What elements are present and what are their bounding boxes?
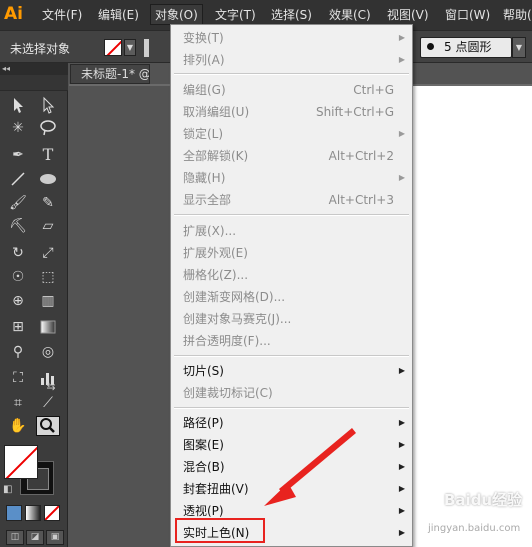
- color-mode-icon[interactable]: [6, 505, 22, 521]
- zoom-tool-icon[interactable]: [36, 416, 60, 436]
- menu-item-flatten-transparency[interactable]: 拼合透明度(F)...: [172, 330, 411, 352]
- menu-item-transform[interactable]: 变换(T) ▶: [172, 27, 411, 49]
- menu-item-ungroup[interactable]: 取消编组(U) Shift+Ctrl+G: [172, 101, 411, 123]
- none-mode-icon[interactable]: [44, 505, 60, 521]
- fill-dropdown-icon[interactable]: ▼: [124, 39, 136, 56]
- submenu-arrow-icon: ▶: [398, 55, 405, 64]
- object-menu-dropdown: 变换(T) ▶ 排列(A) ▶ 编组(G) Ctrl+G 取消编组(U) Shift+C…: [170, 24, 413, 547]
- menu-file[interactable]: 文件(F): [42, 5, 82, 25]
- menu-item-rasterize[interactable]: 栅格化(Z)...: [172, 264, 411, 286]
- menu-type[interactable]: 文字(T): [215, 5, 256, 25]
- submenu-arrow-icon: ▶: [398, 418, 405, 427]
- pencil-tool-icon[interactable]: ✎: [36, 193, 60, 213]
- watermark-text: Baidu经验: [444, 491, 523, 509]
- brush-dot-icon: [427, 43, 434, 50]
- brush-shape: 点圆形: [455, 40, 492, 54]
- draw-inside-icon[interactable]: ▣: [46, 530, 64, 545]
- selection-tool-icon[interactable]: [6, 95, 30, 115]
- rotate-tool-icon[interactable]: ↻: [6, 243, 30, 263]
- panel-collapse-icon[interactable]: ◂◂: [0, 63, 68, 75]
- line-tool-icon[interactable]: [6, 169, 30, 189]
- submenu-arrow-icon: ▶: [398, 462, 405, 471]
- default-colors-icon[interactable]: ◧: [3, 484, 15, 496]
- baidu-watermark: Baidu经验 jingyan.baidu.com: [400, 485, 532, 545]
- fill-color-box[interactable]: [4, 445, 38, 479]
- menu-item-envelope-distort[interactable]: 封套扭曲(V) ▶: [172, 478, 411, 500]
- fill-color-swatch[interactable]: [104, 39, 122, 56]
- ellipse-tool-icon[interactable]: [36, 169, 60, 189]
- blend-tool-icon[interactable]: ◎: [36, 342, 60, 362]
- scale-tool-icon[interactable]: ⤢: [36, 243, 60, 263]
- menu-item-group[interactable]: 编组(G) Ctrl+G: [172, 79, 411, 101]
- warp-tool-icon[interactable]: ☉: [6, 267, 30, 287]
- gradient-tool-icon[interactable]: [36, 317, 60, 337]
- menu-item-crop-marks[interactable]: 创建裁切标记(C): [172, 382, 411, 404]
- menu-object[interactable]: 对象(O): [150, 4, 203, 25]
- menu-separator: [174, 355, 409, 357]
- app-window: Ai 文件(F) 编辑(E) 对象(O) 文字(T) 选择(S) 效果(C) 视…: [0, 0, 532, 547]
- menu-item-show-all[interactable]: 显示全部 Alt+Ctrl+3: [172, 189, 411, 211]
- brush-definition-select[interactable]: 5 点圆形: [420, 37, 512, 58]
- menu-separator: [174, 407, 409, 409]
- direct-selection-tool-icon[interactable]: [36, 95, 60, 115]
- menu-item-expand[interactable]: 扩展(X)...: [172, 220, 411, 242]
- menu-select[interactable]: 选择(S): [271, 5, 312, 25]
- selection-status: 未选择对象: [10, 42, 71, 56]
- illustrator-logo: Ai: [4, 4, 23, 24]
- menu-separator: [174, 73, 409, 75]
- menu-separator: [174, 214, 409, 216]
- menu-help[interactable]: 帮助(H): [503, 5, 532, 25]
- menu-edit[interactable]: 编辑(E): [98, 5, 139, 25]
- baidu-paw-icon: [420, 487, 443, 511]
- panel-grip[interactable]: [0, 75, 68, 91]
- stroke-swatch[interactable]: [144, 39, 149, 57]
- menu-item-path[interactable]: 路径(P) ▶: [172, 412, 411, 434]
- slice-tool-icon[interactable]: ⟋: [36, 393, 60, 413]
- menu-item-hide[interactable]: 隐藏(H) ▶: [172, 167, 411, 189]
- draw-behind-icon[interactable]: ◪: [26, 530, 44, 545]
- submenu-arrow-icon: ▶: [398, 440, 405, 449]
- annotation-highlight-box: [175, 518, 265, 543]
- menu-window[interactable]: 窗口(W): [445, 5, 490, 25]
- eraser-tool-icon[interactable]: ▱: [36, 216, 60, 236]
- free-transform-tool-icon[interactable]: ⬚: [36, 267, 60, 287]
- perspective-grid-tool-icon[interactable]: ▥: [36, 291, 60, 311]
- submenu-arrow-icon: ▶: [398, 173, 405, 182]
- eyedropper-tool-icon[interactable]: ⚲: [6, 342, 30, 362]
- symbol-sprayer-tool-icon[interactable]: ⛶: [6, 368, 30, 388]
- menu-item-pattern[interactable]: 图案(E) ▶: [172, 434, 411, 456]
- menu-item-unlock-all[interactable]: 全部解锁(K) Alt+Ctrl+2: [172, 145, 411, 167]
- submenu-arrow-icon: ▶: [398, 33, 405, 42]
- menu-item-lock[interactable]: 锁定(L) ▶: [172, 123, 411, 145]
- type-tool-icon[interactable]: T: [36, 145, 60, 165]
- brush-size: 5: [444, 40, 452, 54]
- pen-tool-icon[interactable]: ✒: [6, 145, 30, 165]
- gradient-mode-icon[interactable]: [25, 505, 41, 521]
- submenu-arrow-icon: ▶: [398, 129, 405, 138]
- menu-item-blend[interactable]: 混合(B) ▶: [172, 456, 411, 478]
- menu-item-object-mosaic[interactable]: 创建对象马赛克(J)...: [172, 308, 411, 330]
- brush-dropdown-icon[interactable]: ▼: [512, 37, 526, 58]
- watermark-url: jingyan.baidu.com: [428, 523, 521, 534]
- paintbrush-tool-icon[interactable]: 🖌: [6, 193, 30, 213]
- draw-normal-icon[interactable]: ◫: [6, 530, 24, 545]
- menu-item-slice[interactable]: 切片(S) ▶: [172, 360, 411, 382]
- menu-view[interactable]: 视图(V): [387, 5, 429, 25]
- menu-effect[interactable]: 效果(C): [329, 5, 371, 25]
- artboard-tool-icon[interactable]: ⌗: [6, 393, 30, 413]
- submenu-arrow-icon: ▶: [398, 366, 405, 375]
- menu-item-expand-appearance[interactable]: 扩展外观(E): [172, 242, 411, 264]
- blob-brush-tool-icon[interactable]: ⛏: [6, 216, 30, 236]
- hand-tool-icon[interactable]: ✋: [6, 416, 30, 436]
- menu-item-arrange[interactable]: 排列(A) ▶: [172, 49, 411, 71]
- document-tab[interactable]: 未标题-1* @: [70, 64, 150, 84]
- swap-fill-stroke-icon[interactable]: ⇆: [44, 380, 58, 394]
- artboard[interactable]: [412, 86, 532, 547]
- lasso-tool-icon[interactable]: [36, 118, 60, 138]
- shape-builder-tool-icon[interactable]: ⊕: [6, 291, 30, 311]
- magic-wand-tool-icon[interactable]: ✳: [6, 118, 30, 138]
- mesh-tool-icon[interactable]: ⊞: [6, 317, 30, 337]
- menu-item-gradient-mesh[interactable]: 创建渐变网格(D)...: [172, 286, 411, 308]
